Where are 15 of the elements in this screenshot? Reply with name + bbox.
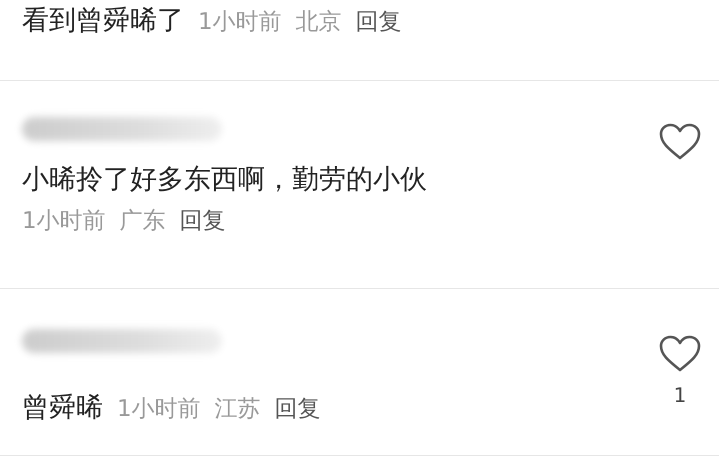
reply-link[interactable]: 回复 bbox=[180, 205, 226, 236]
reply-link[interactable]: 回复 bbox=[356, 6, 402, 37]
comment-time: 1小时前 bbox=[22, 207, 106, 236]
comment-time: 1小时前 bbox=[198, 8, 282, 37]
heart-icon[interactable] bbox=[659, 335, 701, 373]
comment-text: 曾舜晞 bbox=[22, 391, 103, 425]
comment-location: 广东 bbox=[120, 207, 166, 236]
comment-text: 看到曾舜晞了 bbox=[22, 4, 184, 38]
comment-text: 小晞拎了好多东西啊，勤劳的小伙 bbox=[22, 163, 427, 197]
comment-time: 1小时前 bbox=[117, 395, 201, 424]
reply-link[interactable]: 回复 bbox=[274, 393, 321, 424]
comment-location: 江苏 bbox=[214, 395, 261, 424]
like-count: 1 bbox=[674, 383, 686, 407]
comment-location: 北京 bbox=[296, 8, 342, 37]
heart-icon[interactable] bbox=[659, 123, 701, 161]
